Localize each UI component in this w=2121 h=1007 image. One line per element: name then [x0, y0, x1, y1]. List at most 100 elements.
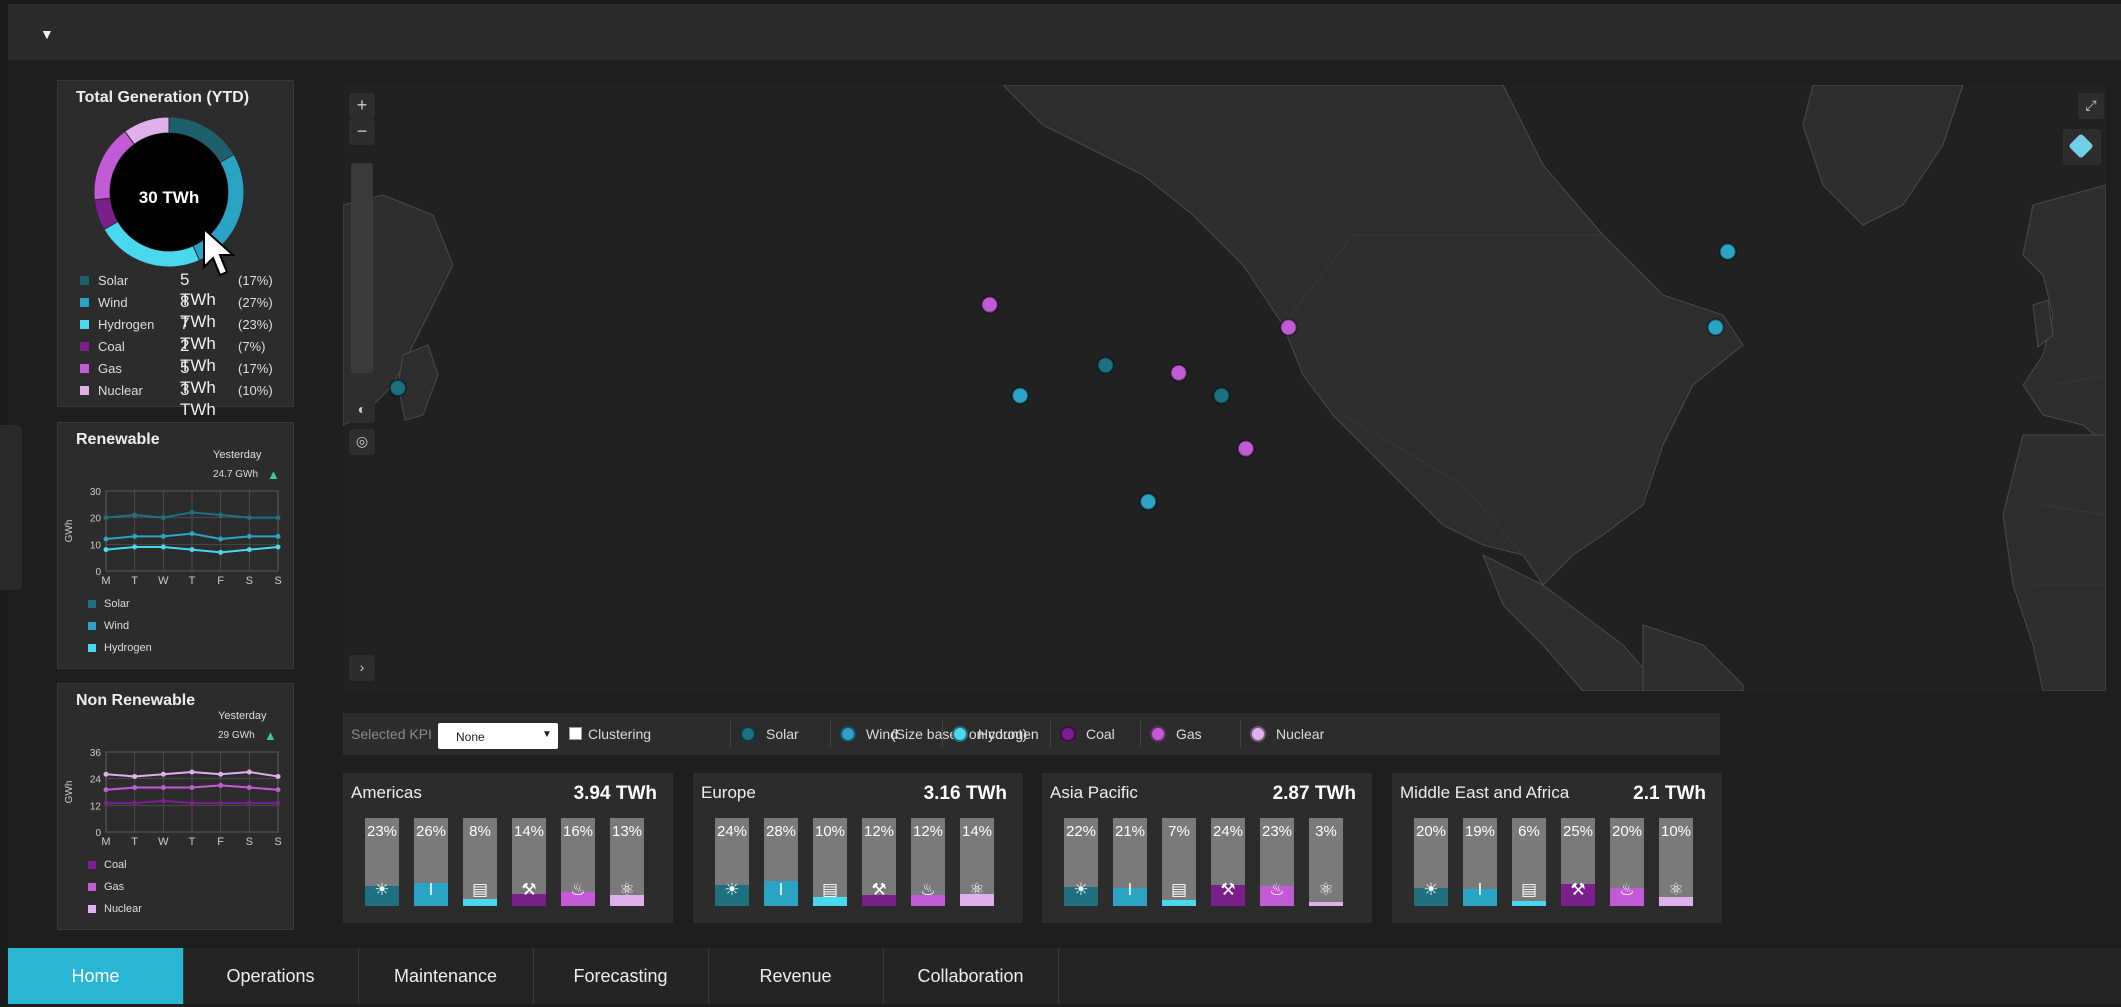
data-point-hydrogen[interactable] — [275, 544, 281, 550]
data-point-hydrogen[interactable] — [132, 544, 138, 550]
nav-tab-collaboration[interactable]: Collaboration — [883, 948, 1059, 1004]
region-source-bar[interactable]: 21% ǀ — [1113, 818, 1147, 906]
map-marker-solar[interactable] — [1096, 356, 1115, 375]
data-point-nuclear[interactable] — [275, 773, 281, 779]
region-source-bar[interactable]: 25% ⚒ — [1561, 818, 1595, 906]
data-point-coal[interactable] — [132, 800, 138, 806]
data-point-gas[interactable] — [160, 785, 166, 791]
zoom-out-button[interactable]: − — [349, 119, 375, 145]
region-card-europe[interactable]: Europe 3.16 TWh 24% ☀ 28% ǀ 10% ▤ 12% ⚒ 12% ♨ 14% ⚛ — [693, 773, 1023, 923]
contrast-icon[interactable]: ◐ — [349, 397, 375, 423]
selected-kpi-dropdown[interactable]: None ▼ — [438, 723, 558, 749]
data-point-hydrogen[interactable] — [246, 547, 252, 553]
region-source-bar[interactable]: 8% ▤ — [463, 818, 497, 906]
data-point-gas[interactable] — [218, 782, 224, 788]
data-point-coal[interactable] — [246, 800, 252, 806]
region-source-bar[interactable]: 10% ▤ — [813, 818, 847, 906]
data-point-wind[interactable] — [189, 531, 195, 537]
data-point-hydrogen[interactable] — [189, 547, 195, 553]
data-point-coal[interactable] — [160, 798, 166, 804]
data-point-nuclear[interactable] — [132, 773, 138, 779]
data-point-gas[interactable] — [275, 787, 281, 793]
region-source-bar[interactable]: 3% ⚛ — [1309, 818, 1343, 906]
data-point-solar[interactable] — [132, 512, 138, 518]
region-source-bar[interactable]: 23% ☀ — [365, 818, 399, 906]
data-point-solar[interactable] — [218, 512, 224, 518]
data-point-gas[interactable] — [103, 787, 109, 793]
region-source-bar[interactable]: 16% ♨ — [561, 818, 595, 906]
region-source-bar[interactable]: 7% ▤ — [1162, 818, 1196, 906]
world-map[interactable]: + − ◐ ◎ › ⤢ — [343, 85, 2106, 691]
data-point-nuclear[interactable] — [189, 769, 195, 775]
data-point-solar[interactable] — [246, 515, 252, 521]
map-marker-wind[interactable] — [1011, 386, 1030, 405]
region-source-bar[interactable]: 22% ☀ — [1064, 818, 1098, 906]
region-source-bar[interactable]: 19% ǀ — [1463, 818, 1497, 906]
map-marker-gas[interactable] — [1279, 318, 1298, 337]
region-source-bar[interactable]: 20% ♨ — [1610, 818, 1644, 906]
map-marker-wind[interactable] — [1718, 242, 1737, 261]
data-point-gas[interactable] — [246, 785, 252, 791]
map-marker-solar[interactable] — [1212, 386, 1231, 405]
map-marker-gas[interactable] — [980, 295, 999, 314]
region-source-bar[interactable]: 26% ǀ — [414, 818, 448, 906]
nav-tab-maintenance[interactable]: Maintenance — [358, 948, 534, 1004]
data-point-solar[interactable] — [189, 509, 195, 515]
region-card-americas[interactable]: Americas 3.94 TWh 23% ☀ 26% ǀ 8% ▤ 14% ⚒ 16% ♨ 13% ⚛ — [343, 773, 673, 923]
data-point-solar[interactable] — [160, 515, 166, 521]
data-point-wind[interactable] — [275, 533, 281, 539]
nav-tab-revenue[interactable]: Revenue — [708, 948, 884, 1004]
region-source-bar[interactable]: 6% ▤ — [1512, 818, 1546, 906]
data-point-coal[interactable] — [275, 800, 281, 806]
nav-tab-forecasting[interactable]: Forecasting — [533, 948, 709, 1004]
region-source-bar[interactable]: 24% ☀ — [715, 818, 749, 906]
data-point-wind[interactable] — [103, 536, 109, 542]
data-point-hydrogen[interactable] — [218, 549, 224, 555]
data-point-nuclear[interactable] — [103, 771, 109, 777]
zoom-in-button[interactable]: + — [349, 93, 375, 119]
data-point-nuclear[interactable] — [160, 771, 166, 777]
clustering-checkbox[interactable] — [569, 727, 582, 740]
data-point-wind[interactable] — [246, 533, 252, 539]
fullscreen-icon[interactable]: ⤢ — [2078, 93, 2104, 119]
data-point-wind[interactable] — [160, 533, 166, 539]
region-source-bar[interactable]: 24% ⚒ — [1211, 818, 1245, 906]
region-source-bar[interactable]: 14% ⚒ — [512, 818, 546, 906]
region-source-bar[interactable]: 13% ⚛ — [610, 818, 644, 906]
region-source-bar[interactable]: 23% ♨ — [1260, 818, 1294, 906]
region-source-bar[interactable]: 10% ⚛ — [1659, 818, 1693, 906]
data-point-coal[interactable] — [189, 800, 195, 806]
data-point-solar[interactable] — [275, 515, 281, 521]
data-point-nuclear[interactable] — [246, 769, 252, 775]
locate-icon[interactable]: ◎ — [349, 429, 375, 455]
caret-down-icon[interactable]: ▼ — [40, 26, 54, 42]
region-source-bar[interactable]: 20% ☀ — [1414, 818, 1448, 906]
data-point-gas[interactable] — [189, 785, 195, 791]
layers-button[interactable] — [2063, 129, 2101, 165]
region-source-bar[interactable]: 12% ♨ — [911, 818, 945, 906]
data-point-wind[interactable] — [218, 536, 224, 542]
region-card-middle-east-and-africa[interactable]: Middle East and Africa 2.1 TWh 20% ☀ 19% ǀ 6% ▤… — [1392, 773, 1722, 923]
data-point-coal[interactable] — [218, 800, 224, 806]
zoom-slider[interactable] — [351, 163, 373, 373]
region-card-asia-pacific[interactable]: Asia Pacific 2.87 TWh 22% ☀ 21% ǀ 7% ▤ 24% ⚒ 23% ♨ 3… — [1042, 773, 1372, 923]
map-marker-wind[interactable] — [1706, 318, 1725, 337]
map-canvas[interactable] — [343, 85, 2106, 691]
nav-tab-operations[interactable]: Operations — [183, 948, 359, 1004]
data-point-hydrogen[interactable] — [160, 544, 166, 550]
nav-tab-home[interactable]: Home — [8, 948, 184, 1004]
region-source-bar[interactable]: 28% ǀ — [764, 818, 798, 906]
data-point-solar[interactable] — [103, 515, 109, 521]
map-marker-wind[interactable] — [1139, 492, 1158, 511]
data-point-gas[interactable] — [132, 785, 138, 791]
map-marker-solar[interactable] — [388, 379, 407, 397]
data-point-coal[interactable] — [103, 800, 109, 806]
expand-panel-chevron-icon[interactable]: › — [349, 655, 375, 681]
side-drawer-handle[interactable] — [0, 425, 22, 590]
map-marker-gas[interactable] — [1236, 439, 1255, 458]
data-point-nuclear[interactable] — [218, 771, 224, 777]
region-source-bar[interactable]: 12% ⚒ — [862, 818, 896, 906]
data-point-wind[interactable] — [132, 533, 138, 539]
map-marker-gas[interactable] — [1169, 363, 1188, 382]
data-point-hydrogen[interactable] — [103, 547, 109, 553]
